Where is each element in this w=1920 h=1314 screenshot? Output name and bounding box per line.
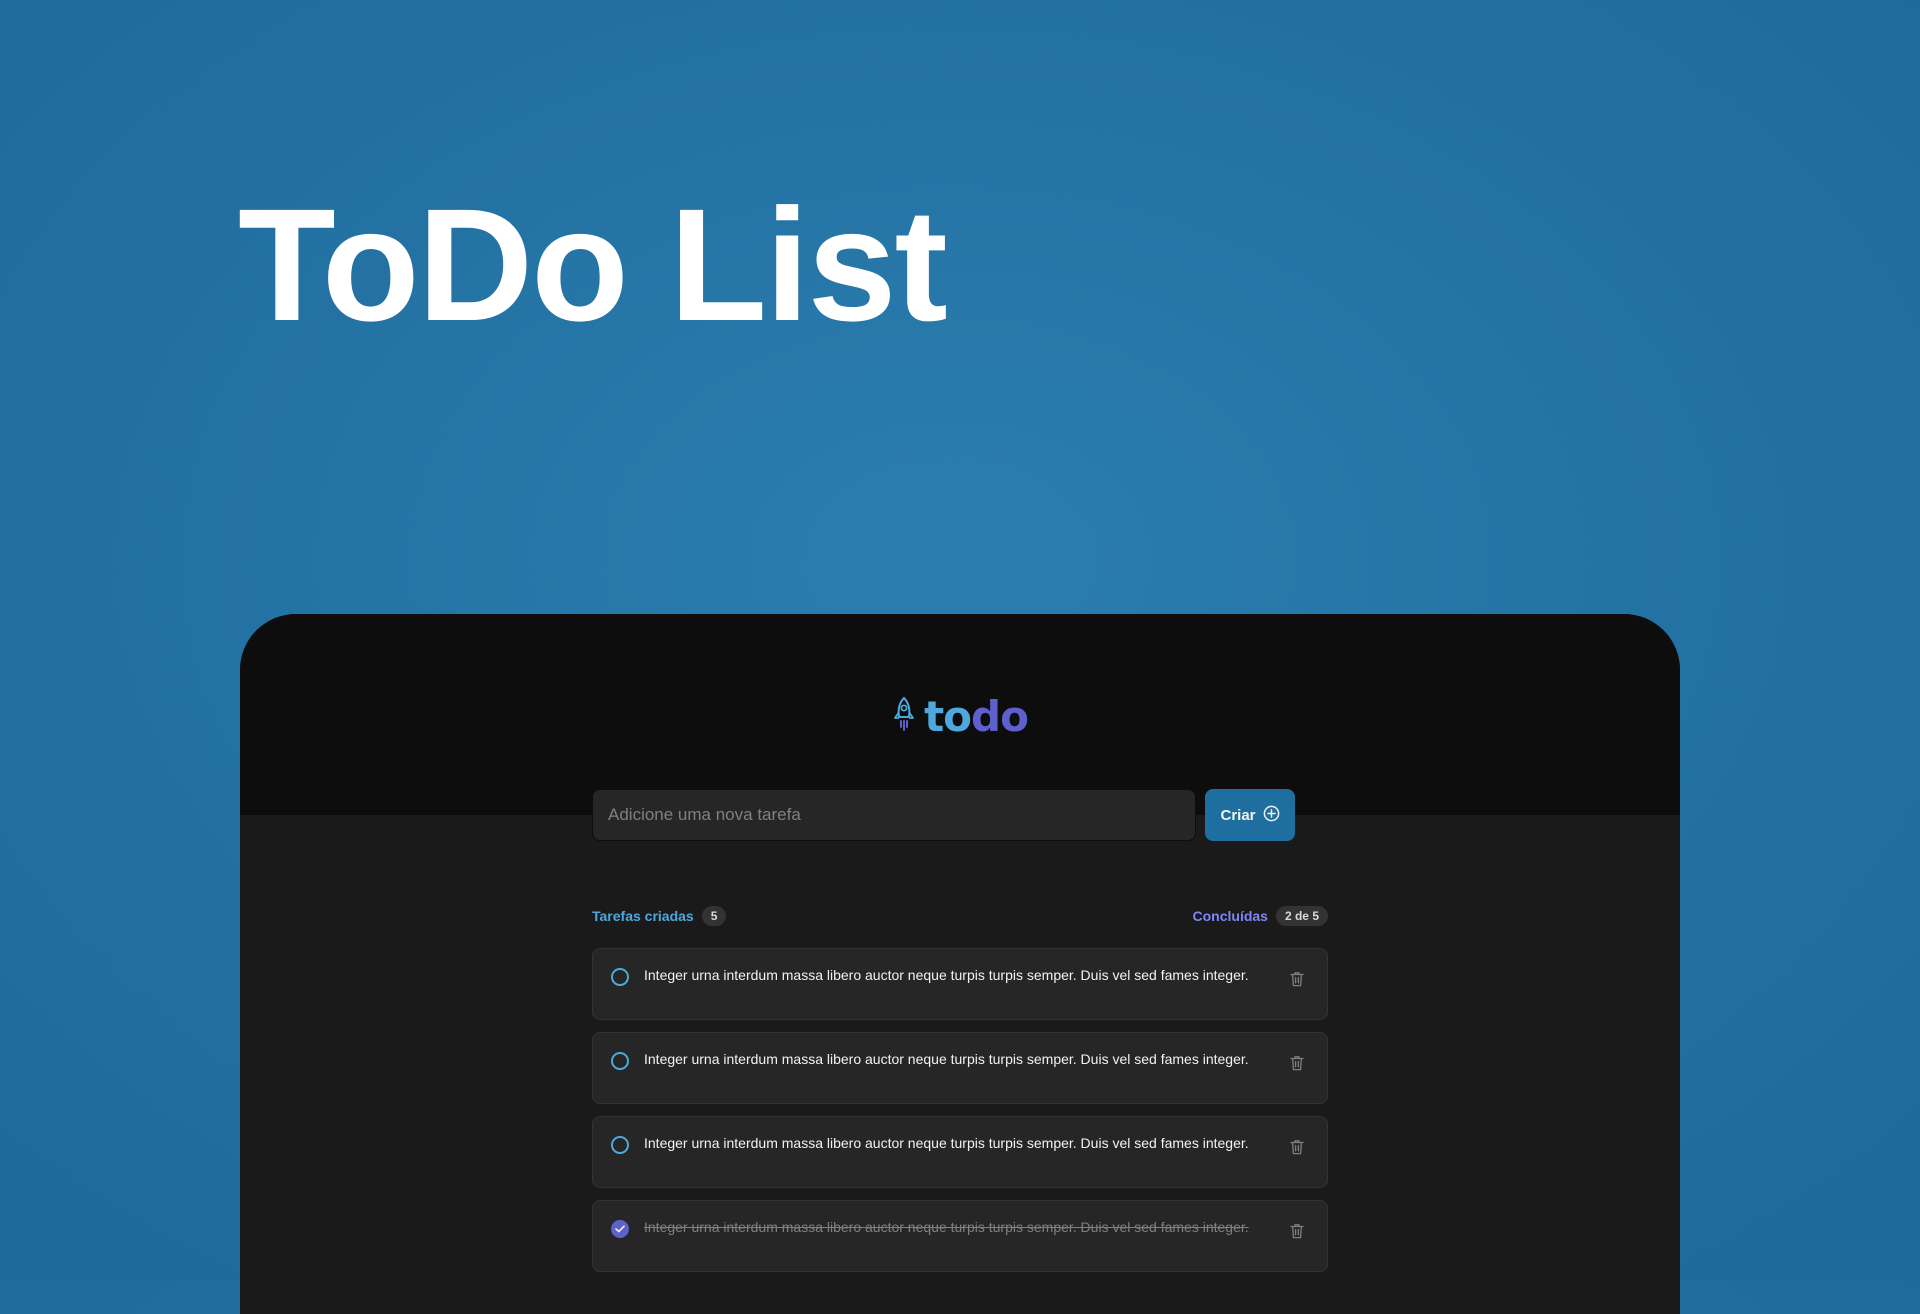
trash-icon[interactable] bbox=[1287, 1137, 1307, 1157]
plus-circle-icon bbox=[1263, 805, 1280, 826]
task-item: Integer urna interdum massa libero aucto… bbox=[592, 1032, 1328, 1104]
task-text: Integer urna interdum massa libero aucto… bbox=[644, 967, 1249, 983]
created-label: Tarefas criadas bbox=[592, 908, 694, 924]
done-count-badge: 2 de 5 bbox=[1275, 906, 1328, 926]
task-checkbox-checked[interactable] bbox=[611, 1220, 629, 1238]
task-list: Integer urna interdum massa libero aucto… bbox=[592, 948, 1328, 1272]
created-counter: Tarefas criadas 5 bbox=[592, 906, 727, 926]
trash-icon[interactable] bbox=[1287, 1221, 1307, 1241]
task-checkbox[interactable] bbox=[611, 1136, 629, 1154]
trash-icon[interactable] bbox=[1287, 1053, 1307, 1073]
new-task-input[interactable] bbox=[592, 789, 1196, 841]
done-counter: Concluídas 2 de 5 bbox=[1192, 906, 1328, 926]
new-task-form: Criar bbox=[592, 789, 1295, 841]
check-icon bbox=[615, 1225, 625, 1233]
task-text: Integer urna interdum massa libero aucto… bbox=[644, 1051, 1249, 1067]
task-checkbox[interactable] bbox=[611, 968, 629, 986]
create-task-button[interactable]: Criar bbox=[1205, 789, 1295, 841]
app-window: todo Criar Tarefas criadas 5 Concluídas … bbox=[240, 614, 1680, 1314]
app-logo: todo bbox=[240, 692, 1680, 741]
task-item: Integer urna interdum massa libero aucto… bbox=[592, 1116, 1328, 1188]
done-label: Concluídas bbox=[1192, 908, 1268, 924]
rocket-icon bbox=[892, 696, 916, 737]
logo-text-do: do bbox=[971, 692, 1029, 741]
hero-title: ToDo List bbox=[238, 175, 948, 354]
trash-icon[interactable] bbox=[1287, 969, 1307, 989]
create-button-label: Criar bbox=[1220, 806, 1256, 824]
logo-text-to: to bbox=[924, 692, 972, 741]
task-checkbox[interactable] bbox=[611, 1052, 629, 1070]
task-counters: Tarefas criadas 5 Concluídas 2 de 5 bbox=[592, 906, 1328, 926]
app-header: todo bbox=[240, 614, 1680, 815]
task-text: Integer urna interdum massa libero aucto… bbox=[644, 1135, 1249, 1151]
task-item: Integer urna interdum massa libero aucto… bbox=[592, 948, 1328, 1020]
task-item-completed: Integer urna interdum massa libero aucto… bbox=[592, 1200, 1328, 1272]
created-count-badge: 5 bbox=[701, 906, 727, 926]
task-text: Integer urna interdum massa libero aucto… bbox=[644, 1219, 1249, 1235]
logo-wordmark: todo bbox=[924, 692, 1029, 741]
